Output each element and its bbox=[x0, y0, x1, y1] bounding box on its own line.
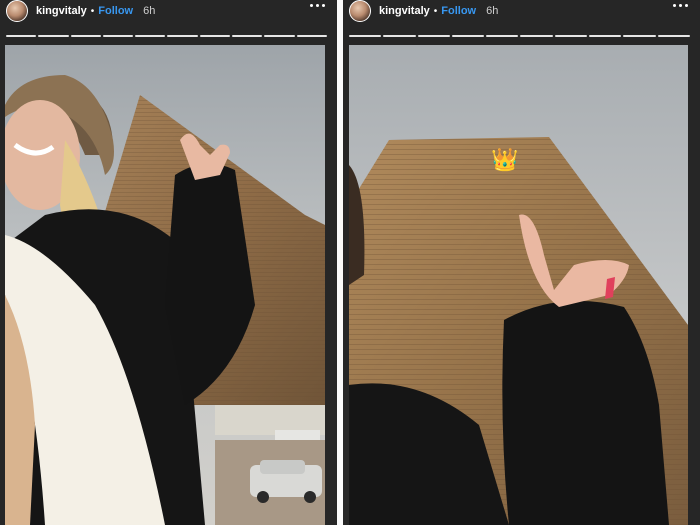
progress-segment bbox=[70, 35, 101, 37]
avatar[interactable] bbox=[6, 0, 28, 22]
progress-segment bbox=[383, 35, 416, 37]
story-header: kingvitaly • Follow 6h bbox=[0, 0, 337, 22]
story-progress-bar bbox=[349, 35, 690, 37]
more-options-icon[interactable] bbox=[673, 4, 688, 7]
progress-segment bbox=[520, 35, 553, 37]
progress-segment bbox=[349, 35, 382, 37]
more-options-icon[interactable] bbox=[310, 4, 325, 7]
progress-segment bbox=[417, 35, 450, 37]
follow-button[interactable]: Follow bbox=[441, 5, 476, 17]
story-photo[interactable] bbox=[5, 45, 325, 525]
avatar[interactable] bbox=[349, 0, 371, 22]
separator-dot: • bbox=[433, 5, 438, 17]
pyramid-scene-image bbox=[5, 45, 325, 525]
progress-segment bbox=[38, 35, 69, 37]
story-panel-1: kingvitaly • Follow 6h bbox=[0, 0, 337, 525]
story-photo[interactable]: 👑 bbox=[349, 45, 688, 525]
progress-segment bbox=[296, 35, 327, 37]
story-panel-2: kingvitaly • Follow 6h 👑 bbox=[343, 0, 700, 525]
progress-segment bbox=[486, 35, 519, 37]
progress-segment bbox=[102, 35, 134, 37]
progress-segment bbox=[451, 35, 485, 37]
separator-dot: • bbox=[90, 5, 95, 17]
progress-segment bbox=[6, 35, 37, 37]
story-progress-bar bbox=[6, 35, 327, 37]
progress-segment bbox=[554, 35, 588, 37]
progress-segment bbox=[135, 35, 166, 37]
follow-button[interactable]: Follow bbox=[98, 5, 133, 17]
username[interactable]: kingvitaly bbox=[36, 5, 87, 17]
progress-segment bbox=[657, 35, 690, 37]
progress-segment bbox=[199, 35, 231, 37]
timestamp: 6h bbox=[486, 5, 499, 17]
timestamp: 6h bbox=[143, 5, 156, 17]
username[interactable]: kingvitaly bbox=[379, 5, 430, 17]
progress-segment bbox=[167, 35, 198, 37]
progress-segment bbox=[264, 35, 295, 37]
progress-segment bbox=[623, 35, 656, 37]
progress-segment bbox=[589, 35, 622, 37]
progress-segment bbox=[232, 35, 263, 37]
pyramid-closeup-image bbox=[349, 45, 688, 525]
crown-emoji: 👑 bbox=[491, 147, 519, 172]
story-header: kingvitaly • Follow 6h bbox=[343, 0, 700, 22]
